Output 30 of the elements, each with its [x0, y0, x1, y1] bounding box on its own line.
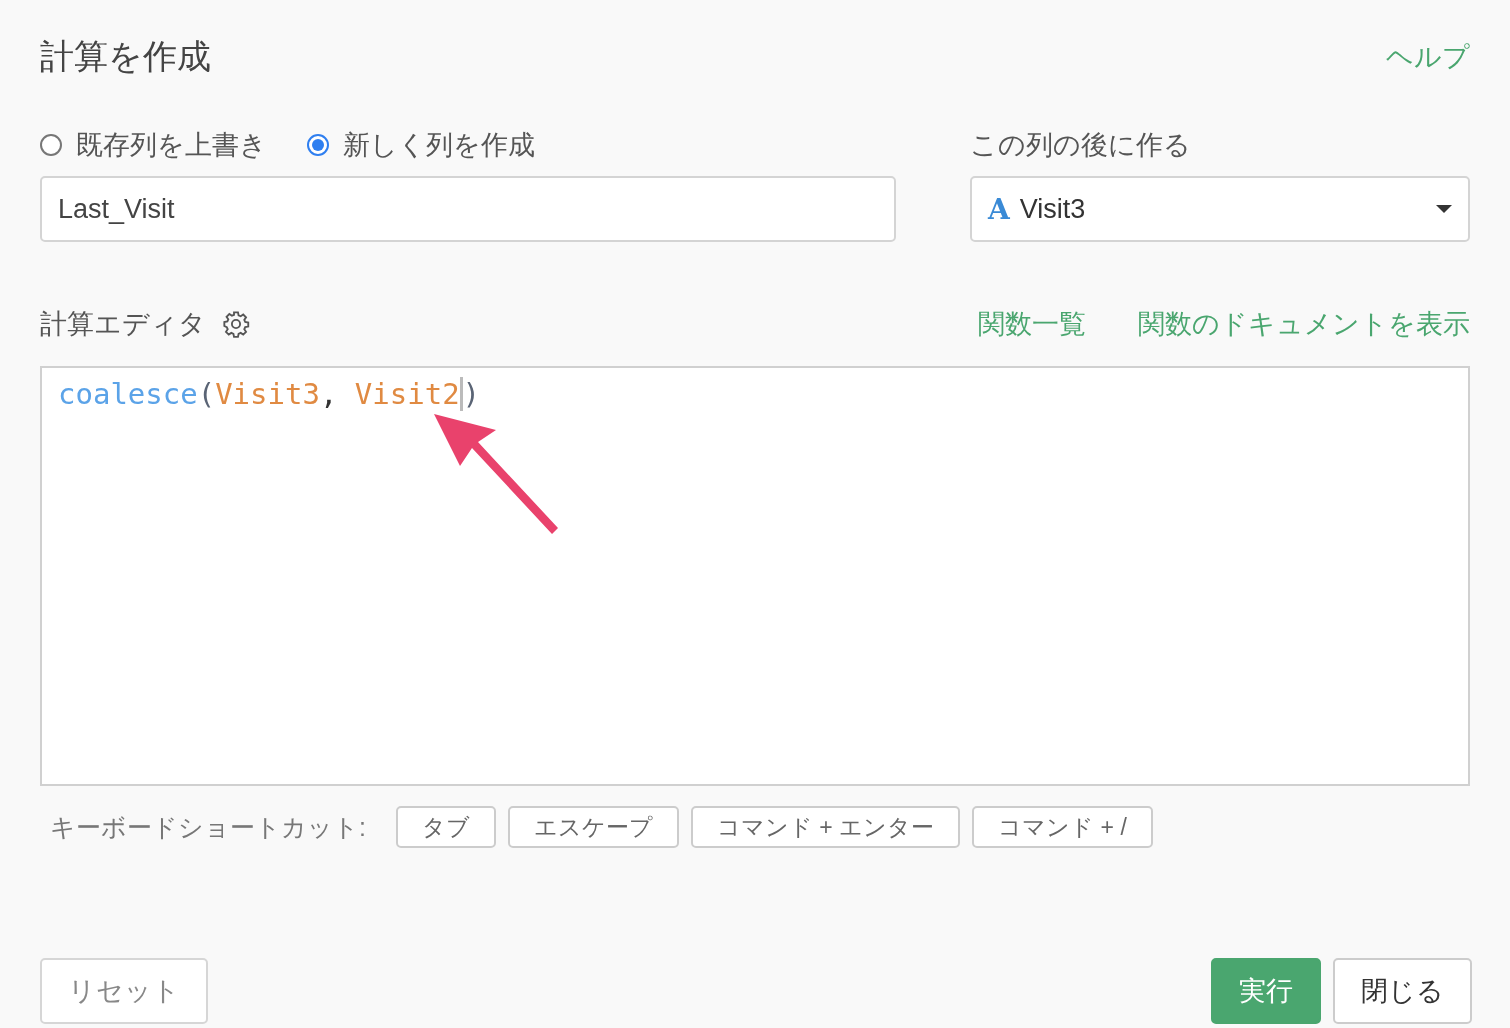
function-link[interactable]: 関数一覧	[978, 306, 1086, 342]
column-reference: Visit2	[354, 377, 460, 411]
close-button[interactable]: 閉じる	[1333, 958, 1472, 1024]
column-name-field[interactable]: Last_Visit	[40, 176, 896, 242]
help-link[interactable]: ヘルプ	[1386, 39, 1470, 75]
dialog-title: 計算を作成	[40, 36, 211, 77]
radio-label: 既存列を上書き	[76, 129, 267, 162]
shortcut-key: コマンド + /	[972, 806, 1153, 848]
reset-button[interactable]: リセット	[40, 958, 208, 1024]
editor-label: 計算エディタ	[40, 308, 206, 341]
caret-icon	[1436, 205, 1452, 213]
code-paren: )	[462, 377, 481, 411]
settings-icon[interactable]	[222, 310, 250, 338]
code-editor[interactable]: coalesce(Visit3, Visit2)	[40, 366, 1470, 786]
shortcut-key: タブ	[395, 806, 496, 848]
shortcut-key: エスケープ	[507, 806, 679, 848]
radio-button[interactable]	[307, 134, 329, 156]
shortcut-key: コマンド + エンター	[690, 806, 961, 848]
run-button[interactable]: 実行	[1211, 958, 1321, 1024]
function-name: coalesce	[58, 377, 198, 411]
text-type-icon: A	[988, 192, 1010, 226]
code-paren: (	[197, 377, 216, 411]
shortcuts-label: キーボードショートカット:	[50, 811, 366, 843]
radio-button[interactable]	[40, 134, 62, 156]
column-dropdown[interactable]: A Visit3	[970, 176, 1470, 242]
code-comma: ,	[319, 377, 339, 411]
radio-label: 新しく列を作成	[343, 129, 535, 162]
function-link[interactable]: 関数のドキュメントを表示	[1138, 306, 1470, 342]
insert-after-label: この列の後に作る	[970, 129, 1192, 162]
column-reference: Visit3	[215, 377, 320, 411]
